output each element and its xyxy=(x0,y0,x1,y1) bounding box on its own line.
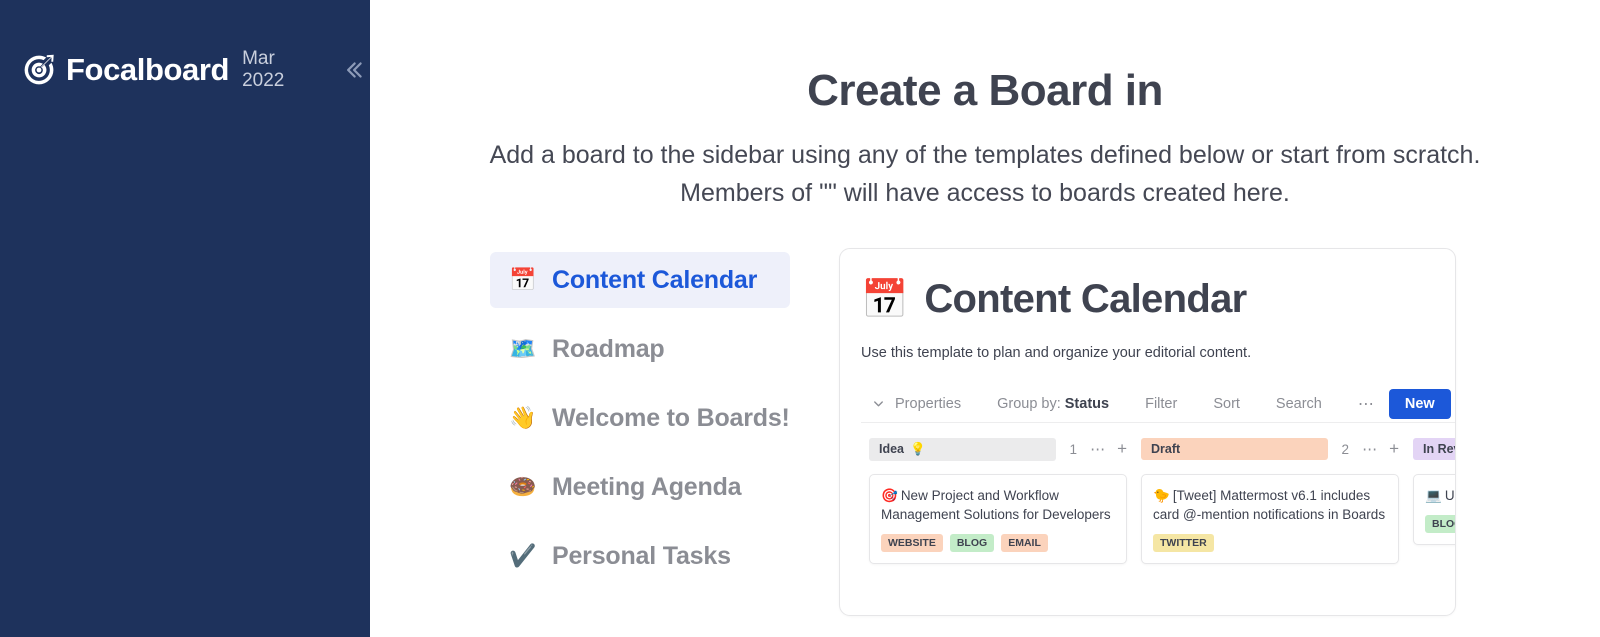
template-item-roadmap[interactable]: 🗺️ Roadmap xyxy=(490,321,790,377)
kanban-card[interactable]: 💻Unblocked Guide to Product BLOG xyxy=(1413,474,1455,546)
board-toolbar: Properties Group by: Status Filter Sort S… xyxy=(861,385,1455,423)
toolbar-filter-button[interactable]: Filter xyxy=(1145,396,1177,412)
kanban-card-title-text: Unblocked Guide to Product xyxy=(1444,488,1455,503)
main-content: Create a Board in Add a board to the sid… xyxy=(370,0,1600,637)
toolbar-properties-button[interactable]: Properties xyxy=(895,396,961,412)
kanban-column-chip[interactable]: Draft xyxy=(1141,438,1328,460)
kanban-card-tags: WEBSITE BLOG EMAIL xyxy=(881,534,1114,553)
plus-icon[interactable]: + xyxy=(1117,439,1127,459)
kanban-column-chip[interactable]: In Review xyxy=(1413,438,1455,460)
direct-hit-emoji-icon: 🎯 xyxy=(881,488,898,503)
kanban-card-title-text: [Tweet] Mattermost v6.1 includes card @-… xyxy=(1153,488,1386,523)
template-item-content-calendar[interactable]: 📅 Content Calendar xyxy=(490,252,790,308)
ellipsis-icon[interactable]: ⋯ xyxy=(1358,394,1375,414)
page-description: Add a board to the sidebar using any of … xyxy=(370,136,1600,212)
calendar-emoji-icon: 📅 xyxy=(861,278,909,321)
plus-icon[interactable]: + xyxy=(1389,439,1399,459)
kanban-card-tag: WEBSITE xyxy=(881,534,943,553)
double-chevron-left-icon[interactable] xyxy=(336,50,370,90)
kanban-card[interactable]: 🎯 New Project and Workflow Management Sol… xyxy=(869,474,1127,565)
kanban-column-title: In Review xyxy=(1423,442,1455,456)
preview-board-title: Content Calendar xyxy=(924,277,1247,321)
chevron-down-icon[interactable] xyxy=(861,396,895,411)
template-preview-card: 📅 Content Calendar Use this template to … xyxy=(839,248,1456,616)
sidebar-header: Focalboard Mar 2022 xyxy=(0,0,370,92)
templates-and-preview: 📅 Content Calendar 🗺️ Roadmap 👋 Welcome to Bo… xyxy=(370,248,1600,616)
kanban-column-chip[interactable]: Idea 💡 xyxy=(869,437,1056,461)
group-by-label: Group by: xyxy=(997,395,1061,412)
kanban-column-header: In Review xyxy=(1413,437,1455,461)
toolbar-group-by[interactable]: Group by: Status xyxy=(997,396,1109,412)
kanban-board: Idea 💡 1 ⋯ + 🎯 New Project and Workflow Manage… xyxy=(861,437,1455,565)
template-item-label: Meeting Agenda xyxy=(552,472,742,501)
preview-board-description: Use this template to plan and organize y… xyxy=(861,345,1252,361)
ellipsis-icon[interactable]: ⋯ xyxy=(1362,440,1378,458)
kanban-card-tags: TWITTER xyxy=(1153,534,1386,553)
page-description-line-1: Add a board to the sidebar using any of … xyxy=(489,141,1481,169)
toolbar-search-button[interactable]: Search xyxy=(1276,396,1322,412)
kanban-card-title-text: New Project and Workflow Management Solu… xyxy=(881,488,1111,523)
kanban-column: Idea 💡 1 ⋯ + 🎯 New Project and Workflow Manage… xyxy=(869,437,1127,565)
version-label: Mar 2022 xyxy=(242,48,285,91)
group-by-value: Status xyxy=(1064,395,1110,412)
template-list: 📅 Content Calendar 🗺️ Roadmap 👋 Welcome to Bo… xyxy=(490,248,790,616)
kanban-card-tag: BLOG xyxy=(1425,515,1455,534)
toolbar-sort-button[interactable]: Sort xyxy=(1213,396,1240,412)
new-card-button[interactable]: New xyxy=(1388,388,1451,419)
template-item-label: Roadmap xyxy=(552,334,665,363)
kanban-card-tag: EMAIL xyxy=(1001,534,1048,553)
kanban-card-tags: BLOG xyxy=(1425,515,1455,534)
kanban-column-title: Draft xyxy=(1151,442,1181,456)
kanban-card-title: 🐤 [Tweet] Mattermost v6.1 includes card @… xyxy=(1153,486,1386,524)
kanban-card-title: 💻Unblocked Guide to Product xyxy=(1425,486,1455,505)
kanban-column-header: Draft 2 ⋯ + xyxy=(1141,437,1399,461)
template-item-label: Personal Tasks xyxy=(552,541,731,570)
template-item-label: Content Calendar xyxy=(552,265,758,294)
preview-board-header: 📅 Content Calendar xyxy=(861,277,1455,322)
waving-hand-emoji-icon: 👋 xyxy=(509,405,537,430)
kanban-card-tag: BLOG xyxy=(949,534,995,553)
brand-name: Focalboard xyxy=(66,52,230,87)
doughnut-emoji-icon: 🍩 xyxy=(509,474,537,499)
light-bulb-emoji-icon: 💡 xyxy=(910,441,926,456)
kanban-column-count: 2 xyxy=(1341,441,1350,457)
kanban-card-title: 🎯 New Project and Workflow Management Sol… xyxy=(881,486,1114,524)
template-item-meeting-agenda[interactable]: 🍩 Meeting Agenda xyxy=(490,459,790,515)
page-title: Create a Board in xyxy=(807,66,1163,115)
calendar-emoji-icon: 📅 xyxy=(509,267,537,292)
preview-inner: 📅 Content Calendar Use this template to … xyxy=(840,249,1455,565)
template-item-welcome-to-boards[interactable]: 👋 Welcome to Boards! xyxy=(490,390,790,446)
kanban-card-tag: TWITTER xyxy=(1153,534,1214,553)
kanban-column: Draft 2 ⋯ + 🐤 [Tweet] Mattermost v6.1 include… xyxy=(1141,437,1399,565)
kanban-column: In Review 💻Unblocked Guide to Product BLOG xyxy=(1413,437,1455,564)
focalboard-target-icon xyxy=(20,51,58,89)
kanban-column-header: Idea 💡 1 ⋯ + xyxy=(869,437,1127,461)
baby-chick-emoji-icon: 🐤 xyxy=(1153,488,1170,503)
map-emoji-icon: 🗺️ xyxy=(509,336,537,361)
focalboard-app: Focalboard Mar 2022 Create a Board in Ad… xyxy=(0,0,1600,637)
template-item-personal-tasks[interactable]: ✔️ Personal Tasks xyxy=(490,528,790,584)
kanban-column-count: 1 xyxy=(1069,441,1078,457)
sidebar: Focalboard Mar 2022 xyxy=(0,0,370,637)
check-mark-emoji-icon: ✔️ xyxy=(509,543,537,568)
laptop-emoji-icon: 💻 xyxy=(1425,488,1442,503)
ellipsis-icon[interactable]: ⋯ xyxy=(1090,440,1106,458)
template-item-label: Welcome to Boards! xyxy=(552,403,790,432)
page-description-line-2: Members of "" will have access to boards… xyxy=(680,179,1290,207)
kanban-card[interactable]: 🐤 [Tweet] Mattermost v6.1 includes card @… xyxy=(1141,474,1399,565)
kanban-column-title: Idea xyxy=(879,442,905,456)
